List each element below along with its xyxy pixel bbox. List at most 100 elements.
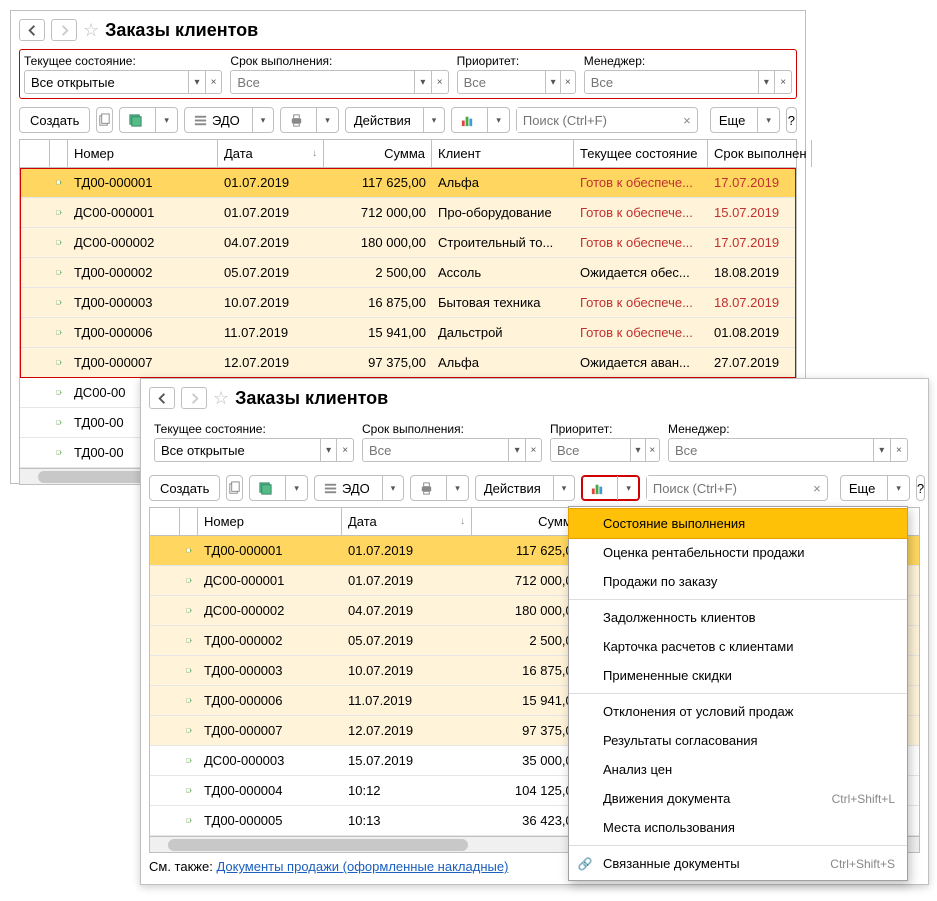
clear-icon[interactable]: × — [336, 439, 353, 461]
menu-item-label: Движения документа — [603, 791, 730, 806]
print-button[interactable]: ▾ — [410, 475, 469, 501]
search-box[interactable]: × — [516, 107, 698, 133]
table-row[interactable]: ТД00-00000611.07.201915 941,00ДальстройГ… — [20, 318, 796, 348]
favorite-star-icon[interactable]: ☆ — [213, 388, 229, 409]
actions-button[interactable]: Действия ▾ — [475, 475, 576, 501]
favorite-star-icon[interactable]: ☆ — [83, 20, 99, 41]
menu-item[interactable]: Задолженность клиентов — [569, 603, 907, 632]
filter-state-input[interactable] — [25, 71, 188, 93]
dropdown-icon[interactable]: ▾ — [873, 439, 890, 461]
dropdown-icon[interactable]: ▾ — [758, 71, 775, 93]
table-row[interactable]: ДС00-00000204.07.2019180 000,00Строитель… — [20, 228, 796, 258]
clear-icon[interactable]: × — [205, 71, 222, 93]
search-input[interactable] — [517, 108, 677, 132]
dropdown-icon[interactable]: ▾ — [545, 71, 560, 93]
filter-priority-combo[interactable]: ▾ × — [457, 70, 576, 94]
table-row[interactable]: ТД00-00000712.07.201997 375,00АльфаОжида… — [20, 348, 796, 378]
search-box[interactable]: × — [646, 475, 828, 501]
col-state[interactable]: Текущее состояние — [574, 140, 708, 167]
menu-item[interactable]: Карточка расчетов с клиентами — [569, 632, 907, 661]
reports-dropdown-menu[interactable]: Состояние выполненияОценка рентабельност… — [568, 506, 908, 881]
footer-link[interactable]: Документы продажи (оформленные накладные… — [216, 859, 508, 874]
nav-back-button[interactable] — [19, 19, 45, 41]
table-row[interactable]: ДС00-00000101.07.2019712 000,00Про-обору… — [20, 198, 796, 228]
search-input[interactable] — [647, 476, 807, 500]
col-number[interactable]: Номер — [198, 508, 342, 535]
menu-item[interactable]: Места использования — [569, 813, 907, 842]
menu-item[interactable]: Оценка рентабельности продажи — [569, 538, 907, 567]
actions-button[interactable]: Действия ▾ — [345, 107, 446, 133]
dropdown-icon[interactable]: ▾ — [320, 439, 337, 461]
doc-icon — [180, 806, 198, 835]
filter-priority-input[interactable] — [458, 71, 546, 93]
edo-button[interactable]: ЭДО ▾ — [184, 107, 274, 133]
nav-forward-button[interactable] — [181, 387, 207, 409]
more-button[interactable]: Еще ▾ — [710, 107, 780, 133]
doc-icon — [180, 626, 198, 655]
clear-icon[interactable]: × — [431, 71, 448, 93]
reports-button[interactable]: ▾ — [451, 107, 510, 133]
clear-icon[interactable]: × — [560, 71, 575, 93]
filter-due-label: Срок выполнения: — [230, 54, 448, 68]
filter-priority-combo[interactable]: ▾ × — [550, 438, 660, 462]
filter-state-input[interactable] — [155, 439, 320, 461]
filter-manager-input[interactable] — [669, 439, 873, 461]
create-button[interactable]: Создать — [19, 107, 90, 133]
menu-item[interactable]: Движения документаCtrl+Shift+L — [569, 784, 907, 813]
menu-item[interactable]: Продажи по заказу — [569, 567, 907, 596]
status-button[interactable]: ▾ — [249, 475, 308, 501]
filter-row: Текущее состояние: ▾ × Срок выполнения: … — [19, 49, 797, 99]
filter-manager-combo[interactable]: ▾ × — [668, 438, 908, 462]
edo-button[interactable]: ЭДО ▾ — [314, 475, 404, 501]
clear-icon[interactable]: × — [525, 439, 541, 461]
filter-priority-input[interactable] — [551, 439, 630, 461]
filter-manager-input[interactable] — [585, 71, 758, 93]
copy-button[interactable] — [96, 107, 113, 133]
clear-icon[interactable]: × — [774, 71, 791, 93]
filter-due-input[interactable] — [231, 71, 414, 93]
scrollbar-thumb[interactable] — [168, 839, 468, 851]
filter-manager-combo[interactable]: ▾ × — [584, 70, 792, 94]
col-number[interactable]: Номер — [68, 140, 218, 167]
menu-item[interactable]: Состояние выполнения — [569, 509, 907, 538]
clear-icon[interactable]: × — [807, 476, 827, 500]
cell-date: 01.07.2019 — [218, 198, 324, 227]
col-date[interactable]: Дата↓ — [218, 140, 324, 167]
nav-back-button[interactable] — [149, 387, 175, 409]
col-due[interactable]: Срок выполнен — [708, 140, 812, 167]
table-row[interactable]: ТД00-00000310.07.201916 875,00Бытовая те… — [20, 288, 796, 318]
status-button[interactable]: ▾ — [119, 107, 178, 133]
copy-button[interactable] — [226, 475, 243, 501]
filter-due-combo[interactable]: ▾ × — [362, 438, 542, 462]
menu-item[interactable]: 🔗Связанные документыCtrl+Shift+S — [569, 849, 907, 878]
clear-icon[interactable]: × — [645, 439, 659, 461]
filter-state-combo[interactable]: ▾ × — [24, 70, 222, 94]
menu-item[interactable]: Результаты согласования — [569, 726, 907, 755]
dropdown-icon[interactable]: ▾ — [188, 71, 205, 93]
menu-item[interactable]: Анализ цен — [569, 755, 907, 784]
orders-grid[interactable]: Номер Дата↓ Сумма ТД00-00000101.07.20191… — [149, 507, 920, 853]
create-button[interactable]: Создать — [149, 475, 220, 501]
col-client[interactable]: Клиент — [432, 140, 574, 167]
dropdown-icon[interactable]: ▾ — [414, 71, 431, 93]
doc-icon — [50, 228, 68, 257]
help-button[interactable]: ? — [786, 107, 797, 133]
reports-button[interactable]: ▾ — [581, 475, 640, 501]
clear-icon[interactable]: × — [677, 108, 697, 132]
col-date[interactable]: Дата↓ — [342, 508, 472, 535]
help-button[interactable]: ? — [916, 475, 925, 501]
dropdown-icon[interactable]: ▾ — [630, 439, 644, 461]
table-row[interactable]: ТД00-00000101.07.2019117 625,00АльфаГото… — [20, 168, 796, 198]
filter-due-input[interactable] — [363, 439, 508, 461]
menu-item[interactable]: Отклонения от условий продаж — [569, 697, 907, 726]
clear-icon[interactable]: × — [890, 439, 907, 461]
filter-state-combo[interactable]: ▾ × — [154, 438, 354, 462]
menu-item[interactable]: Примененные скидки — [569, 661, 907, 690]
nav-forward-button[interactable] — [51, 19, 77, 41]
col-sum[interactable]: Сумма — [324, 140, 432, 167]
print-button[interactable]: ▾ — [280, 107, 339, 133]
table-row[interactable]: ТД00-00000205.07.20192 500,00АссольОжида… — [20, 258, 796, 288]
filter-due-combo[interactable]: ▾ × — [230, 70, 448, 94]
more-button[interactable]: Еще ▾ — [840, 475, 910, 501]
dropdown-icon[interactable]: ▾ — [508, 439, 524, 461]
